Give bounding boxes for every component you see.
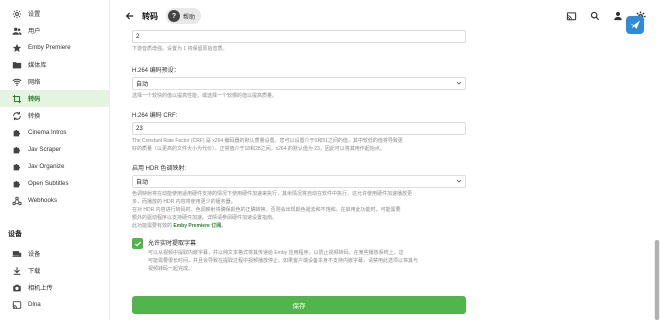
search-icon[interactable]: [583, 5, 606, 28]
sidebar-item-label: 转换: [28, 113, 41, 120]
crf-desc-line: The Constant Rate Factor (CRF) 是 x264 编码…: [132, 138, 403, 144]
hdr-description: 色调映射将在动能使用适用硬件支持的情况下使用硬件加速来执行，其余情况将自动在软件…: [132, 190, 466, 230]
sidebar-item-webhooks[interactable]: Webhooks: [0, 192, 109, 209]
people-icon: [12, 26, 22, 36]
hdr-desc-post: 。: [221, 223, 227, 229]
transcode-settings-form: 2 下游音质增强。设置为 1 将保留原始音质。 H.264 编码预设： 自动 选…: [132, 30, 466, 273]
sidebar-item-users[interactable]: 用户: [0, 22, 109, 39]
sidebar-item-label: Jav Scraper: [28, 146, 62, 153]
app-root: 设置 用户 Emby Premiere 媒体库 网络 转码 转换 Cinema …: [0, 0, 660, 320]
gear-icon: [12, 9, 22, 19]
h264-preset-select[interactable]: 自动: [132, 77, 466, 90]
sidebar-item-label: 网络: [28, 79, 41, 86]
sync-icon: [12, 111, 22, 121]
hdr-desc-line: 额外的驱动程序以支持硬件加速。详情请参阅硬件加速设置指南。: [132, 215, 278, 221]
h264-preset-description: 选择一个较快的值以提高性能，或选择一个较慢的值以提高质量。: [132, 93, 278, 99]
folder-icon: [12, 60, 22, 70]
realtime-subtitles-checkbox[interactable]: [132, 238, 143, 249]
realtime-desc-line: 视频转码一起完成。: [148, 266, 194, 272]
sidebar-item-jav-organize[interactable]: Jav Organize: [0, 158, 109, 175]
sidebar-item-label: 设置: [28, 11, 41, 18]
sidebar-item-label: Emby Premiere: [28, 44, 71, 51]
sidebar-item-label: Cinema Intros: [28, 129, 67, 136]
sidebar-item-open-subtitles[interactable]: Open Subtitles: [0, 175, 109, 192]
realtime-desc-line: 可能需要很长时间，并且会导致在提取过程中视频播放停止。如果客户端设备本身不支持内…: [148, 258, 419, 264]
sidebar-item-label: Open Subtitles: [28, 180, 69, 187]
check-icon: [134, 241, 141, 246]
sidebar-item-conversion[interactable]: 转换: [0, 107, 109, 124]
webhook-icon: [12, 196, 22, 206]
h264-preset-value: 自动: [136, 82, 149, 88]
camera-icon: [12, 283, 22, 293]
sidebar-item-emby-premiere[interactable]: Emby Premiere: [0, 39, 109, 56]
hdr-tonemap-select[interactable]: 自动: [132, 175, 466, 188]
help-label: 帮助: [183, 14, 196, 21]
hdr-desc-line: 在对 HDR 内容进行转码时，色调映射将确保颜色的正确转换。否则会出现颜色褪去和…: [132, 207, 401, 213]
help-button[interactable]: ? 帮助: [166, 8, 202, 24]
crf-description: The Constant Rate Factor (CRF) 是 x264 编码…: [132, 137, 466, 153]
star-icon: [12, 43, 22, 53]
sidebar-item-library[interactable]: 媒体库: [0, 56, 109, 73]
chevron-down-icon: [456, 178, 462, 186]
realtime-subtitles-description: 可以从视频中提取内嵌字幕，并以纯文本格式将其传递给 Emby 应用程序，以防止视…: [148, 249, 418, 273]
sidebar: 设置 用户 Emby Premiere 媒体库 网络 转码 转换 Cinema …: [0, 0, 110, 320]
sidebar-item-camera-upload[interactable]: 相机上传: [0, 279, 109, 296]
sidebar-item-jav-scraper[interactable]: Jav Scraper: [0, 141, 109, 158]
bird-logo-icon[interactable]: [626, 16, 644, 34]
top-bar: 转码 ? 帮助: [110, 0, 660, 32]
puzzle-icon: [12, 128, 22, 138]
scrollbar-thumb[interactable]: [655, 240, 659, 320]
cast-icon[interactable]: [560, 5, 583, 28]
chevron-down-icon: [456, 80, 462, 88]
realtime-subtitles-option: 允许实时提取字幕 可以从视频中提取内嵌字幕，并以纯文本格式将其传递给 Emby …: [132, 238, 466, 273]
realtime-desc-line: 可以从视频中提取内嵌字幕，并以纯文本格式将其传递给 Emby 应用程序，以防止视…: [148, 250, 404, 256]
download-icon: [12, 266, 22, 276]
top-icons: [560, 0, 660, 32]
cast-icon: [12, 300, 22, 310]
puzzle-icon: [12, 145, 22, 155]
sidebar-item-label: Jav Organize: [28, 163, 65, 170]
puzzle-icon: [12, 162, 22, 172]
hdr-desc-pre: 此功能需要有效的: [132, 223, 174, 229]
sidebar-item-dlna[interactable]: Dlna: [0, 296, 109, 313]
sidebar-item-label: 设备: [28, 251, 41, 258]
sidebar-item-label: 用户: [28, 28, 41, 35]
wifi-icon: [12, 77, 22, 87]
sidebar-item-label: 媒体库: [28, 62, 47, 69]
sidebar-item-label: Webhooks: [28, 197, 58, 204]
sidebar-item-label: 下载: [28, 268, 41, 275]
sidebar-item-cinema-intros[interactable]: Cinema Intros: [0, 124, 109, 141]
sidebar-section-devices: 设备: [8, 231, 22, 238]
crf-input[interactable]: 23: [132, 122, 466, 135]
h264-preset-label: H.264 编码预设：: [132, 68, 180, 74]
sidebar-item-network[interactable]: 网络: [0, 73, 109, 90]
realtime-subtitles-label: 允许实时提取字幕: [148, 241, 197, 247]
crf-desc-line: 好的质量（以更高的文件大小为代价）。正常值介于18和28之间。x264 的默认值…: [132, 146, 385, 152]
threads-description: 下游音质增强。设置为 1 将保留原始音质。: [132, 46, 228, 52]
hdr-desc-line: 此功能需要有效的 Emby Premiere 订阅。: [132, 222, 466, 230]
sidebar-item-downloads[interactable]: 下载: [0, 262, 109, 279]
hdr-desc-line: 色调映射将在动能使用适用硬件支持的情况下使用硬件加速来执行，其余情况将自动在软件…: [132, 191, 413, 197]
sidebar-item-label: 转码: [28, 96, 41, 103]
sidebar-item-devices[interactable]: 设备: [0, 245, 109, 262]
page-title: 转码: [142, 11, 158, 21]
devices-icon: [12, 249, 22, 259]
sidebar-item-transcoding[interactable]: 转码: [0, 90, 109, 107]
sidebar-item-label: Dlna: [28, 301, 41, 308]
puzzle-icon: [12, 179, 22, 189]
threads-input[interactable]: 2: [132, 30, 466, 43]
back-arrow-icon[interactable]: [124, 10, 136, 22]
hdr-desc-line: 多，而播放的 HDR 内容将使用更少的服务器。: [132, 199, 236, 205]
sidebar-item-label: 相机上传: [28, 285, 53, 292]
save-button[interactable]: 保存: [132, 296, 466, 314]
sidebar-item-settings[interactable]: 设置: [0, 5, 109, 22]
hdr-label: 启用 HDR 色调映射:: [132, 166, 187, 172]
crf-label: H.264 编码 CRF:: [132, 113, 178, 119]
emby-premiere-link[interactable]: Emby Premiere 订阅: [173, 223, 221, 229]
crop-icon: [12, 94, 22, 104]
help-icon: ?: [168, 10, 180, 22]
scrollbar[interactable]: [654, 240, 660, 320]
hdr-tonemap-value: 自动: [136, 180, 149, 186]
